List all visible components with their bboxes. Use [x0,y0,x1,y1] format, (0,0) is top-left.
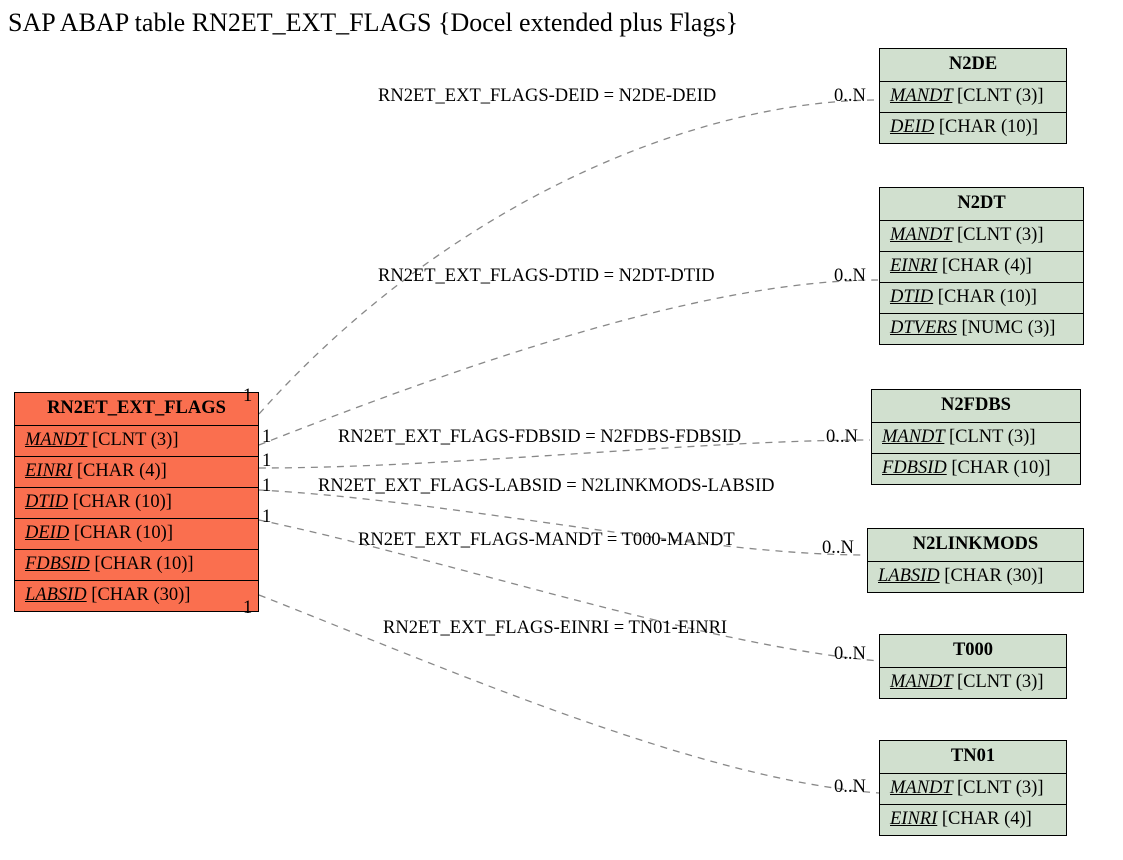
entity-n2fdbs: N2FDBS MANDT [CLNT (3)] FDBSID [CHAR (10… [871,389,1081,485]
entity-field: MANDT [CLNT (3)] [880,774,1066,805]
cardinality-right: 0..N [834,86,866,107]
entity-main: RN2ET_EXT_FLAGS MANDT [CLNT (3)] EINRI [… [14,392,259,612]
cardinality-right: 0..N [834,266,866,287]
entity-header: N2DE [880,49,1066,82]
cardinality-left: 1 [262,507,271,528]
cardinality-left: 1 [243,386,252,407]
entity-field: EINRI [CHAR (4)] [880,805,1066,835]
entity-header: N2LINKMODS [868,529,1083,562]
entity-field: MANDT [CLNT (3)] [872,423,1080,454]
entity-t000: T000 MANDT [CLNT (3)] [879,634,1067,699]
entity-field: LABSID [CHAR (30)] [868,562,1083,592]
entity-header: T000 [880,635,1066,668]
cardinality-right: 0..N [834,777,866,798]
entity-tn01: TN01 MANDT [CLNT (3)] EINRI [CHAR (4)] [879,740,1067,836]
diagram-title: SAP ABAP table RN2ET_EXT_FLAGS {Docel ex… [8,8,738,38]
entity-header: N2DT [880,188,1083,221]
relation-label: RN2ET_EXT_FLAGS-MANDT = T000-MANDT [358,530,735,551]
entity-field: MANDT [CLNT (3)] [880,82,1066,113]
cardinality-left: 1 [262,476,271,497]
entity-n2de: N2DE MANDT [CLNT (3)] DEID [CHAR (10)] [879,48,1067,144]
relation-label: RN2ET_EXT_FLAGS-FDBSID = N2FDBS-FDBSID [338,427,741,448]
relation-label: RN2ET_EXT_FLAGS-LABSID = N2LINKMODS-LABS… [318,476,774,497]
entity-field: MANDT [CLNT (3)] [880,221,1083,252]
entity-main-field: LABSID [CHAR (30)] [15,581,258,611]
entity-field: MANDT [CLNT (3)] [880,668,1066,698]
entity-header: N2FDBS [872,390,1080,423]
cardinality-right: 0..N [834,644,866,665]
cardinality-left: 1 [262,427,271,448]
entity-field: DTVERS [NUMC (3)] [880,314,1083,344]
entity-field: DEID [CHAR (10)] [880,113,1066,143]
relation-label: RN2ET_EXT_FLAGS-EINRI = TN01-EINRI [383,618,727,639]
relation-label: RN2ET_EXT_FLAGS-DTID = N2DT-DTID [378,266,715,287]
entity-main-field: DEID [CHAR (10)] [15,519,258,550]
entity-field: EINRI [CHAR (4)] [880,252,1083,283]
entity-main-field: EINRI [CHAR (4)] [15,457,258,488]
entity-header: TN01 [880,741,1066,774]
cardinality-left: 1 [243,598,252,619]
entity-field: FDBSID [CHAR (10)] [872,454,1080,484]
cardinality-right: 0..N [822,538,854,559]
entity-n2linkmods: N2LINKMODS LABSID [CHAR (30)] [867,528,1084,593]
entity-main-field: FDBSID [CHAR (10)] [15,550,258,581]
entity-main-header: RN2ET_EXT_FLAGS [15,393,258,426]
cardinality-right: 0..N [826,427,858,448]
relation-label: RN2ET_EXT_FLAGS-DEID = N2DE-DEID [378,86,716,107]
entity-field: DTID [CHAR (10)] [880,283,1083,314]
cardinality-left: 1 [262,451,271,472]
entity-main-field: DTID [CHAR (10)] [15,488,258,519]
entity-n2dt: N2DT MANDT [CLNT (3)] EINRI [CHAR (4)] D… [879,187,1084,345]
entity-main-field: MANDT [CLNT (3)] [15,426,258,457]
